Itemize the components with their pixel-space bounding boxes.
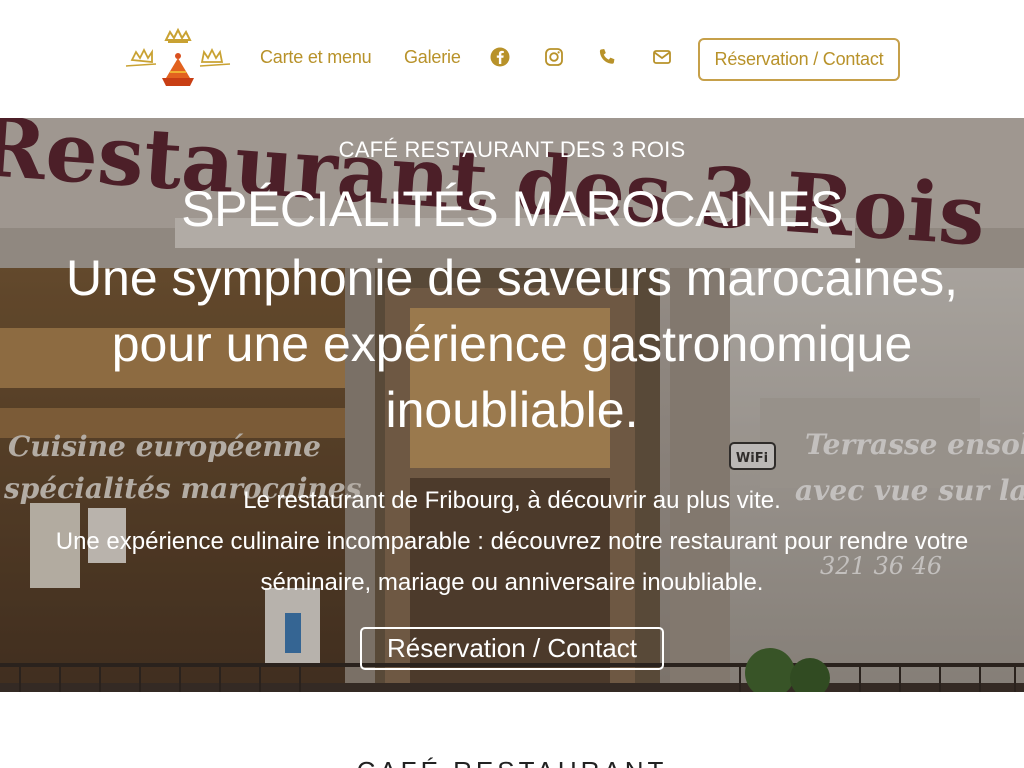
instagram-icon[interactable] bbox=[543, 46, 565, 68]
nav-link-galerie[interactable]: Galerie bbox=[404, 47, 461, 68]
section-heading: CAFÉ RESTAURANT bbox=[0, 756, 1024, 768]
hero-title: SPÉCIALITÉS MAROCAINES bbox=[181, 181, 843, 237]
hero-description: Le restaurant de Fribourg, à découvrir a… bbox=[30, 480, 994, 603]
nav-link-carte[interactable]: Carte et menu bbox=[260, 47, 372, 68]
mail-icon[interactable] bbox=[651, 46, 673, 68]
hero-section: WiFi Restaurant des 3 Rois Cuisine europ… bbox=[0, 118, 1024, 692]
reservation-contact-button[interactable]: Réservation / Contact bbox=[698, 38, 900, 81]
hero-text-line-1: Le restaurant de Fribourg, à découvrir a… bbox=[243, 487, 781, 514]
hero-tagline: Une symphonie de saveurs marocaines, pou… bbox=[65, 250, 959, 438]
crowns-tajine-logo-icon bbox=[125, 27, 231, 86]
hero-text-line-2: Une expérience culinaire incomparable : … bbox=[55, 528, 969, 596]
site-header: Carte et menu Galerie Réservation / Cont… bbox=[0, 0, 1024, 118]
hero-reservation-button[interactable]: Réservation / Contact bbox=[360, 627, 664, 670]
logo[interactable] bbox=[122, 26, 234, 90]
facebook-icon[interactable] bbox=[489, 46, 511, 68]
hero-kicker: CAFÉ RESTAURANT DES 3 ROIS bbox=[338, 137, 686, 162]
phone-icon[interactable] bbox=[596, 46, 618, 68]
